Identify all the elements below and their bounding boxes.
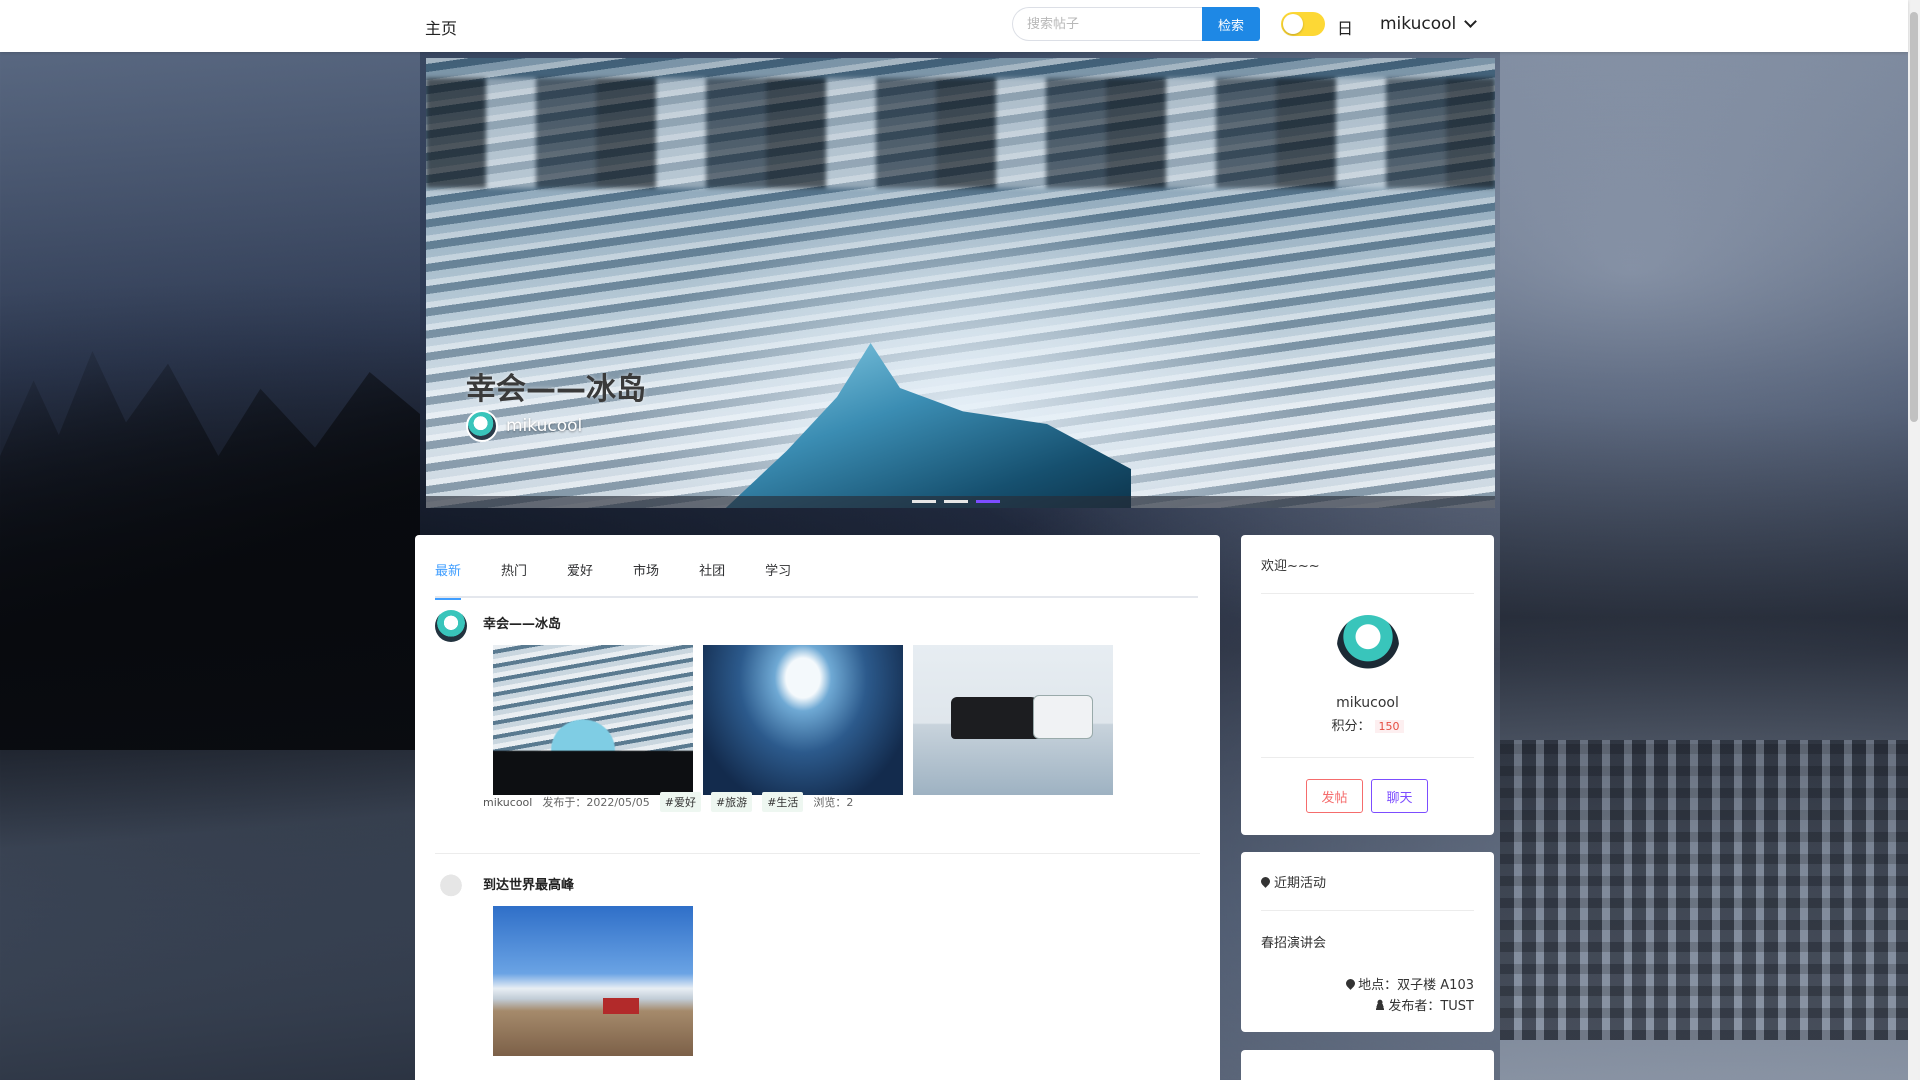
post-title[interactable]: 到达世界最高峰 (483, 874, 574, 893)
banner-title[interactable]: 幸会——冰岛 (466, 364, 646, 408)
activity-location-text: 地点：双子楼 A103 (1358, 978, 1474, 993)
post-images (493, 906, 693, 1056)
list-item: 到达世界最高峰 (435, 871, 1200, 1071)
vans-on-ice-photo[interactable] (913, 645, 1113, 795)
black-van (951, 697, 1041, 739)
activity-title[interactable]: 春招演讲会 (1261, 932, 1326, 951)
divider (1261, 910, 1474, 911)
tag[interactable]: #生活 (762, 792, 804, 812)
location-pin-icon (1259, 875, 1272, 888)
white-van (1033, 695, 1093, 739)
post-views: 浏览：2 (813, 796, 854, 809)
tab-latest[interactable]: 最新 (435, 565, 462, 600)
theme-label: 日 (1337, 19, 1354, 38)
post-title[interactable]: 幸会——冰岛 (483, 613, 561, 632)
user-menu-name: mikucool (1380, 14, 1457, 34)
points-badge: 150 (1374, 720, 1404, 733)
avatar[interactable] (435, 610, 467, 642)
tab-study[interactable]: 学习 (765, 565, 791, 598)
tag[interactable]: #爱好 (659, 792, 701, 812)
avatar[interactable] (435, 871, 467, 903)
tab-hobby[interactable]: 爱好 (567, 565, 593, 598)
chevron-down-icon (1464, 15, 1478, 28)
list-item: 幸会——冰岛 mikucool 发布于：2022/05/05 #爱好 #旅游 #… (435, 610, 1200, 812)
avatar[interactable] (1337, 615, 1399, 677)
new-post-button[interactable]: 发帖 (1306, 779, 1363, 813)
location-pin-icon (1344, 977, 1358, 990)
points-row: 积分： 150 (1241, 715, 1494, 734)
user-icon (1375, 999, 1386, 1010)
tag[interactable]: #旅游 (710, 792, 753, 812)
banner-ice-block (711, 343, 1131, 508)
user-menu[interactable]: mikucool (1380, 14, 1478, 34)
red-building (603, 998, 639, 1014)
activity-publisher: 发布者：TUST (1375, 995, 1474, 1014)
ice-cave-photo[interactable] (703, 645, 903, 795)
welcome-username: mikucool (1336, 695, 1399, 711)
top-navbar: 主页 检索 日 mikucool (0, 0, 1908, 52)
ice-on-beach-photo[interactable] (493, 645, 693, 795)
banner-author-name: mikucool (506, 416, 583, 436)
post-list-card: 最新 热门 爱好 市场 社团 学习 幸会——冰岛 mikucool 发布于：20… (415, 535, 1220, 1080)
toggle-knob (1283, 14, 1303, 34)
banner-carousel[interactable]: 幸会——冰岛 mikucool (426, 58, 1495, 508)
theme-toggle[interactable] (1281, 12, 1325, 36)
carousel-indicators (912, 500, 1000, 503)
banner-author: mikucool (466, 410, 582, 442)
mountain-landscape-photo[interactable] (493, 906, 693, 1056)
avatar (466, 410, 498, 442)
search-button[interactable]: 检索 (1202, 7, 1260, 41)
background-city (1500, 740, 1920, 1040)
divider (1261, 757, 1474, 758)
tab-market[interactable]: 市场 (633, 565, 659, 598)
post-meta: mikucool 发布于：2022/05/05 #爱好 #旅游 #生活 浏览：2 (483, 792, 853, 812)
search-bar: 检索 (1012, 7, 1260, 41)
page-scrollbar[interactable] (1908, 0, 1920, 1080)
post-author[interactable]: mikucool (483, 796, 532, 809)
tab-hot[interactable]: 热门 (501, 565, 527, 598)
activity-publisher-text: 发布者：TUST (1388, 999, 1474, 1014)
welcome-card: 欢迎~~~ mikucool 积分： 150 发帖 聊天 (1241, 535, 1494, 835)
category-tabs: 最新 热门 爱好 市场 社团 学习 (435, 565, 1198, 600)
activity-heading-label: 近期活动 (1274, 876, 1327, 891)
carousel-dot[interactable] (944, 500, 968, 503)
activity-card: 近期活动 春招演讲会 地点：双子楼 A103 发布者：TUST (1241, 852, 1494, 1032)
tab-club[interactable]: 社团 (699, 565, 725, 598)
chat-button[interactable]: 聊天 (1371, 779, 1428, 813)
points-label: 积分： (1331, 719, 1371, 734)
divider (1261, 593, 1474, 594)
search-input[interactable] (1012, 7, 1202, 41)
post-images (493, 645, 1113, 795)
scrollbar-thumb[interactable] (1910, 12, 1918, 422)
more-card (1241, 1050, 1494, 1080)
welcome-heading: 欢迎~~~ (1261, 559, 1320, 574)
banner-wave-rocks (426, 78, 1495, 188)
carousel-dot[interactable] (912, 500, 936, 503)
activity-location: 地点：双子楼 A103 (1344, 974, 1474, 993)
activity-heading: 近期活动 (1259, 872, 1327, 891)
carousel-dot-active[interactable] (976, 500, 1000, 503)
post-date: 发布于：2022/05/05 (542, 796, 650, 809)
divider (435, 853, 1200, 854)
nav-home-link[interactable]: 主页 (425, 15, 457, 39)
